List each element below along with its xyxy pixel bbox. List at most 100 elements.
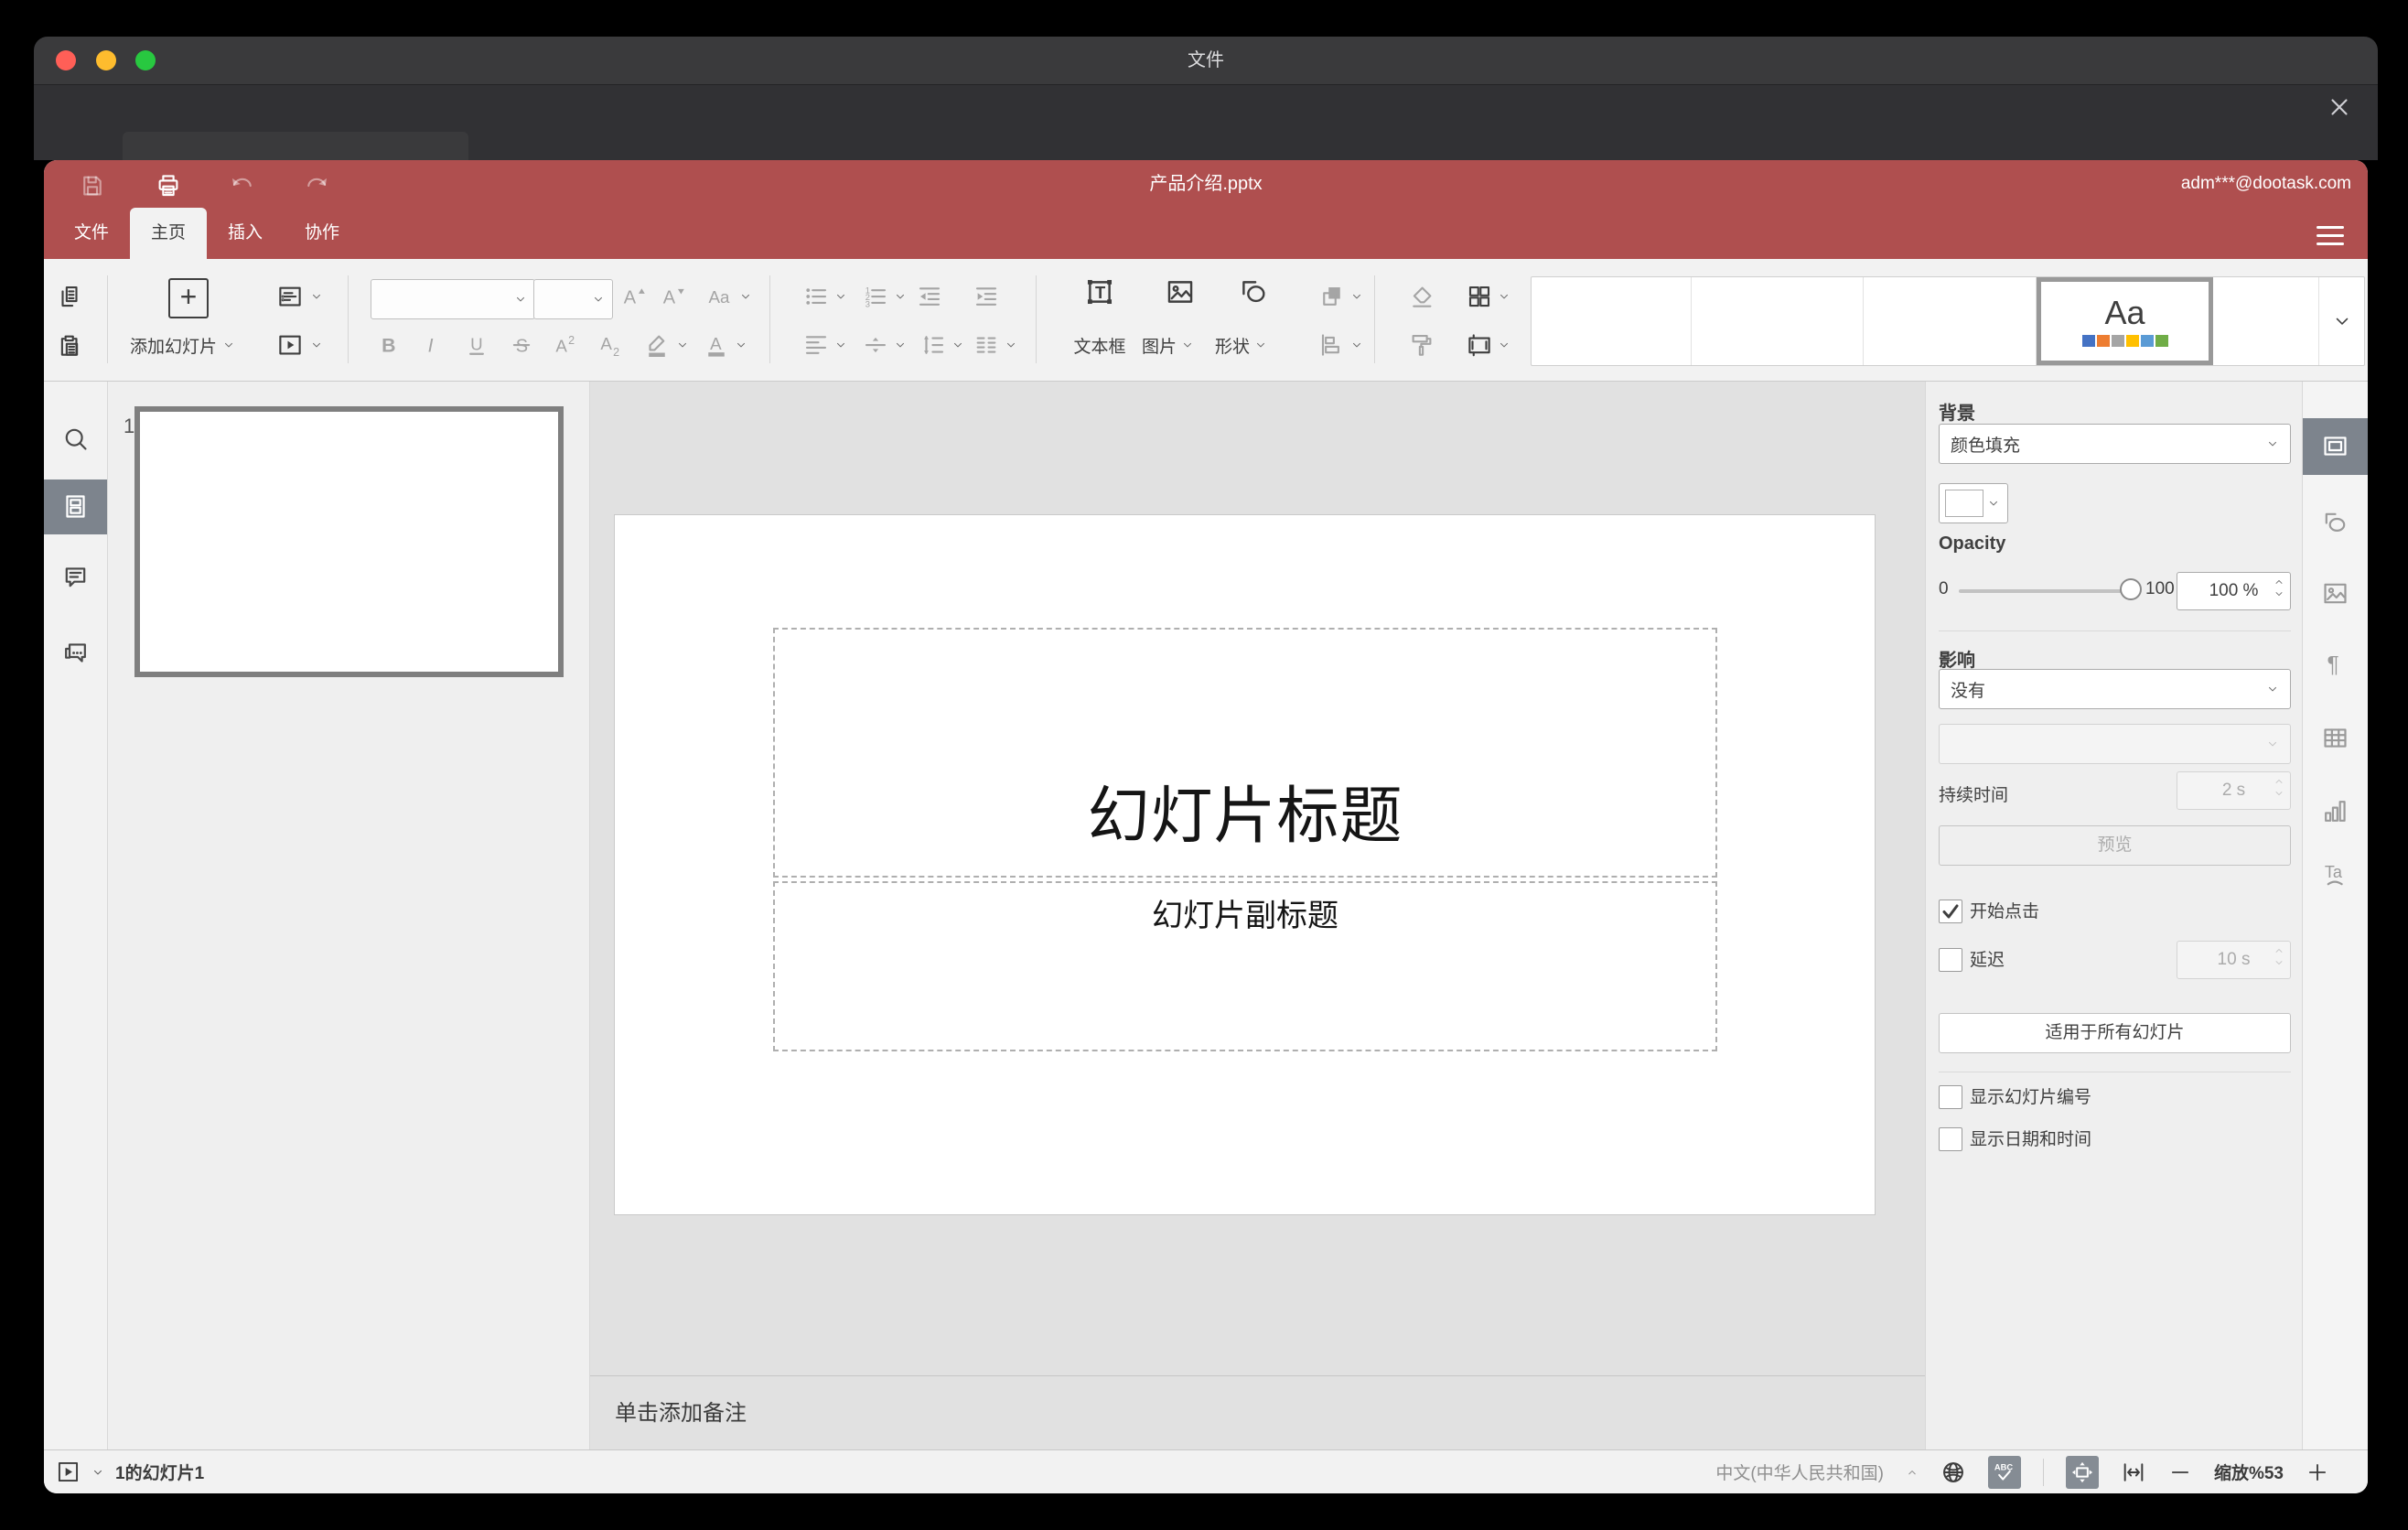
tab-collaboration[interactable]: 协作 (284, 208, 360, 259)
font-color-icon[interactable]: A (703, 331, 730, 359)
effect-type-select[interactable] (1939, 724, 2291, 764)
textart-settings-icon[interactable]: Ta (2321, 861, 2349, 889)
tab-file[interactable]: 文件 (53, 208, 130, 259)
chevron-down-icon[interactable] (91, 1466, 104, 1479)
color-scheme-icon[interactable] (1466, 283, 1493, 310)
preview-button[interactable]: 预览 (1939, 825, 2291, 866)
zoom-out-icon[interactable] (2168, 1460, 2192, 1484)
menu-icon[interactable] (2317, 226, 2344, 246)
arrange-shape-icon[interactable] (1318, 283, 1346, 310)
chevron-down-icon[interactable] (514, 293, 527, 306)
save-icon[interactable] (79, 172, 106, 199)
align-shape-icon[interactable] (1318, 331, 1346, 359)
chevron-down-icon[interactable] (1350, 339, 1363, 351)
theme-thumbnail[interactable] (2213, 277, 2319, 365)
font-name-select[interactable] (371, 279, 535, 319)
underline-icon[interactable]: U (463, 331, 490, 359)
chat-icon[interactable] (61, 639, 90, 667)
chevron-down-icon[interactable] (951, 339, 964, 351)
delay-checkbox[interactable] (1939, 948, 1962, 972)
chevron-down-icon[interactable] (2274, 588, 2284, 599)
fit-to-slide-toggle[interactable] (2065, 1455, 2099, 1489)
insert-textbox-icon[interactable]: T (1084, 276, 1115, 307)
chevron-down-icon[interactable] (1498, 339, 1510, 351)
sidebar-item-slides[interactable] (44, 479, 107, 534)
tab-slide-settings[interactable] (2303, 418, 2368, 475)
chevron-down-icon[interactable] (894, 339, 907, 351)
duration-input[interactable]: 2 s (2177, 771, 2291, 810)
chevron-down-icon[interactable] (894, 290, 907, 303)
superscript-icon[interactable]: A2 (552, 331, 579, 359)
italic-icon[interactable]: I (418, 331, 446, 359)
horizontal-align-icon[interactable] (802, 331, 830, 359)
slide-subtitle-placeholder[interactable]: 幻灯片副标题 (773, 881, 1717, 1051)
tab-insert[interactable]: 插入 (207, 208, 284, 259)
columns-icon[interactable] (973, 331, 1000, 359)
vertical-align-icon[interactable] (862, 331, 889, 359)
copy-icon[interactable] (56, 283, 83, 310)
comments-icon[interactable] (61, 563, 90, 591)
chevron-down-icon[interactable] (1498, 290, 1510, 303)
search-icon[interactable] (61, 425, 90, 453)
chevron-down-icon[interactable] (834, 339, 847, 351)
chevron-down-icon[interactable] (1181, 339, 1194, 351)
theme-thumbnail[interactable] (1864, 277, 2037, 365)
opacity-slider-track[interactable] (1959, 589, 2129, 593)
image-settings-icon[interactable] (2321, 579, 2349, 608)
opacity-input[interactable]: 100 % (2177, 572, 2291, 610)
show-slide-number-checkbox[interactable] (1939, 1085, 1962, 1109)
delay-input[interactable]: 10 s (2177, 941, 2291, 979)
tab-home[interactable]: 主页 (130, 208, 208, 259)
start-slideshow-icon[interactable] (276, 331, 304, 359)
subscript-icon[interactable]: A2 (597, 331, 624, 359)
chevron-up-icon[interactable] (2274, 945, 2284, 956)
fit-to-width-icon[interactable] (2121, 1460, 2146, 1485)
font-size-select[interactable] (533, 279, 613, 319)
copy-style-icon[interactable] (1408, 331, 1435, 359)
add-slide-button[interactable]: 添加幻灯片 (130, 333, 217, 358)
clear-style-icon[interactable] (1408, 283, 1435, 310)
paste-icon[interactable] (56, 331, 83, 359)
chevron-up-icon[interactable] (2274, 576, 2284, 587)
zoom-in-icon[interactable] (2306, 1460, 2329, 1484)
slide[interactable]: 幻灯片标题 幻灯片副标题 (615, 515, 1875, 1214)
effect-select[interactable]: 没有 (1939, 669, 2291, 709)
paragraph-settings-icon[interactable]: ¶ (2321, 650, 2349, 678)
apply-to-all-slides-button[interactable]: 适用于所有幻灯片 (1939, 1013, 2291, 1053)
language-label[interactable]: 中文(中华人民共和国) (1715, 1460, 1884, 1484)
theme-thumbnail-selected[interactable]: Aa (2037, 277, 2213, 365)
chevron-down-icon[interactable] (592, 293, 605, 306)
chart-settings-icon[interactable] (2321, 797, 2349, 825)
notes-input[interactable]: 单击添加备注 (590, 1375, 1925, 1451)
table-settings-icon[interactable] (2321, 724, 2349, 752)
background-color-picker[interactable] (1939, 483, 2008, 523)
globe-icon[interactable] (1940, 1460, 1966, 1485)
change-case-icon[interactable]: Aa (706, 283, 734, 310)
undo-icon[interactable] (228, 172, 255, 199)
slide-title-placeholder[interactable]: 幻灯片标题 (773, 628, 1717, 878)
chevron-down-icon[interactable] (1350, 290, 1363, 303)
show-date-time-checkbox[interactable] (1939, 1127, 1962, 1151)
decrease-indent-icon[interactable] (916, 283, 943, 310)
insert-textbox-button[interactable]: 文本框 (1073, 333, 1125, 358)
strikethrough-icon[interactable]: S (508, 331, 535, 359)
increase-font-size-icon[interactable]: A (620, 283, 648, 310)
highlight-color-icon[interactable] (643, 331, 671, 359)
theme-thumbnail[interactable] (1692, 277, 1864, 365)
theme-gallery-expand-button[interactable] (2319, 277, 2364, 365)
line-spacing-icon[interactable] (919, 331, 947, 359)
slide-thumbnail[interactable] (134, 406, 564, 677)
chevron-up-icon[interactable] (2274, 776, 2284, 787)
chevron-down-icon[interactable] (834, 290, 847, 303)
shape-settings-icon[interactable] (2321, 509, 2349, 537)
start-on-click-checkbox[interactable] (1939, 900, 1962, 923)
caret-up-icon[interactable] (1906, 1466, 1919, 1479)
chevron-down-icon[interactable] (310, 290, 323, 303)
print-icon[interactable] (155, 172, 182, 199)
chevron-down-icon[interactable] (676, 339, 689, 351)
background-fill-select[interactable]: 颜色填充 (1939, 424, 2291, 464)
chevron-down-icon[interactable] (2274, 957, 2284, 968)
insert-shape-button[interactable]: 形状 (1215, 333, 1250, 358)
redo-icon[interactable] (304, 172, 331, 199)
bold-icon[interactable]: B (374, 331, 402, 359)
